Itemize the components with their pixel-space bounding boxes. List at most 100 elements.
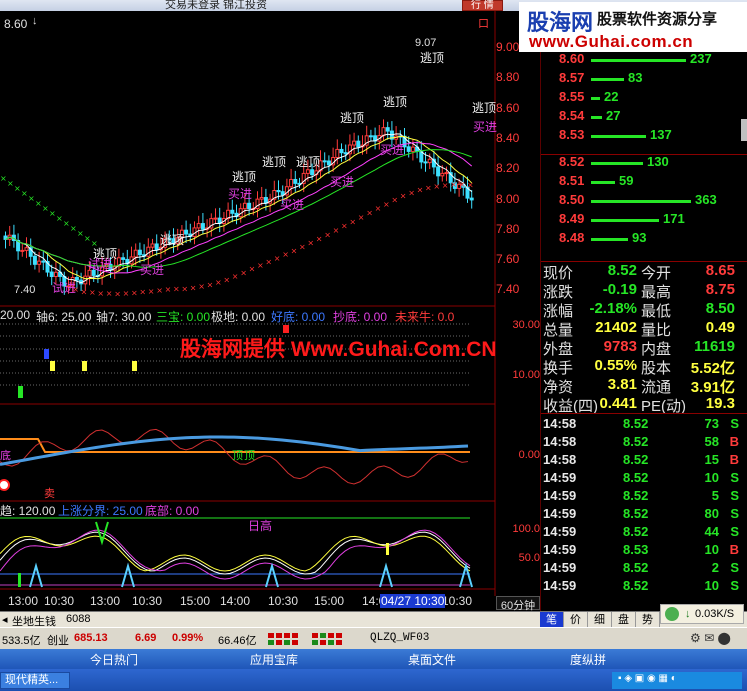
trend-x-mark: × xyxy=(14,184,21,193)
ind3-axis-label: 100.0 xyxy=(512,523,540,535)
trend-x-mark: × xyxy=(257,261,264,270)
panel-tab[interactable]: 笔 xyxy=(540,612,564,628)
quote-value: 9783 xyxy=(603,338,637,355)
bid-row[interactable]: 8.50 363 xyxy=(541,192,747,210)
ma-line xyxy=(5,141,473,274)
taskbar-app-button[interactable]: 现代精英... xyxy=(0,672,70,689)
download-arrow-icon: ↓ xyxy=(685,608,691,620)
trend-x-mark: × xyxy=(114,289,121,298)
tick-time: 14:59 xyxy=(543,470,577,485)
ask-row[interactable]: 8.55 22 xyxy=(541,89,747,107)
tick-time: 14:58 xyxy=(543,416,577,431)
order-price: 8.60 xyxy=(559,51,585,66)
box-icon[interactable]: 口 xyxy=(478,15,489,31)
quickbar-item[interactable]: 度纵拼 xyxy=(570,651,606,668)
bid-row[interactable]: 8.49 171 xyxy=(541,211,747,229)
time-axis-tick: 10:30 xyxy=(268,594,299,608)
order-volume: 137 xyxy=(650,127,672,142)
candle-body xyxy=(121,257,126,260)
candle-body xyxy=(293,178,298,184)
quote-row: 换手 0.55% 股本 5.52亿 xyxy=(543,357,747,377)
ind1-legend-item: 20.00 xyxy=(0,308,31,322)
panel-tab[interactable]: 价 xyxy=(564,612,588,628)
tab-icon: ◂ xyxy=(2,614,8,626)
speed-value: 0.03K/S xyxy=(695,608,735,620)
candle-body xyxy=(133,249,138,258)
panel-tab[interactable]: 细 xyxy=(588,612,612,628)
panel-tab[interactable]: 势 xyxy=(636,612,660,628)
buy-signal-label: 买进 xyxy=(330,175,355,189)
trend-x-mark: × xyxy=(459,180,466,189)
ind1-legend-item: 轴6: 25.00 xyxy=(36,310,92,324)
tick-row: 14:59 8.53 10 B xyxy=(543,542,747,560)
trend-x-mark: × xyxy=(81,287,88,296)
watermark-center: 股海网提供 Www.Guhai.Com.CN xyxy=(180,338,497,361)
trend-x-mark: × xyxy=(358,213,365,222)
period-button[interactable]: 60分钟 xyxy=(496,596,540,612)
quote-label: 最高 xyxy=(641,284,672,301)
ind3-spike xyxy=(379,562,393,588)
trend-x-mark: × xyxy=(467,181,474,190)
tick-price: 8.52 xyxy=(623,524,649,539)
trend-x-mark: × xyxy=(190,284,197,293)
tick-volume: 58 xyxy=(704,434,719,449)
ask-row[interactable]: 8.57 83 xyxy=(541,70,747,88)
trend-x-mark: × xyxy=(433,182,440,191)
tick-volume: 44 xyxy=(704,524,719,539)
buy-signal-label: 买进 xyxy=(473,120,498,134)
tick-volume: 15 xyxy=(704,452,719,467)
trend-x-mark: × xyxy=(341,222,348,231)
trend-x-mark: × xyxy=(282,250,289,259)
ask-row[interactable]: 8.53 137 xyxy=(541,127,747,145)
quote-value: 5.52亿 xyxy=(690,360,735,377)
quote-label: 现价 xyxy=(543,265,574,282)
quote-row: 外盘 9783 内盘 11619 xyxy=(543,338,747,358)
trend-x-mark: × xyxy=(249,265,256,274)
ind1-legend-item: 未来牛: 0.0 xyxy=(395,310,455,324)
candle-body xyxy=(184,229,189,235)
quote-mode-button[interactable]: 行 情 xyxy=(462,0,503,11)
trend-x-mark: × xyxy=(89,288,96,297)
top-signal-label: 逃顶 xyxy=(232,170,257,184)
quote-label: 外盘 xyxy=(543,341,574,358)
ind2-bottom-label: 底 xyxy=(0,450,11,462)
tick-price: 8.53 xyxy=(623,542,649,557)
quote-row: 收益(四) 0.441 PE(动) 19.3 xyxy=(543,395,747,415)
ind3-legend-item: 底部: 0.00 xyxy=(145,504,200,518)
time-axis-tick: 13:00 xyxy=(8,594,39,608)
trend-x-mark: × xyxy=(324,230,331,239)
order-volume: 22 xyxy=(604,89,619,104)
ask-row[interactable]: 8.60 237 xyxy=(541,51,747,69)
candle-body xyxy=(276,189,281,193)
bid-row[interactable]: 8.51 59 xyxy=(541,173,747,191)
panel-tab[interactable]: 盘 xyxy=(612,612,636,628)
top-signal-label: 逃顶 xyxy=(296,155,321,169)
top-signal-label: 逃顶 xyxy=(472,101,497,115)
order-volume-bar xyxy=(591,162,643,165)
tick-side: B xyxy=(729,434,739,449)
bid-row[interactable]: 8.52 130 xyxy=(541,154,747,172)
ask-row[interactable]: 8.54 27 xyxy=(541,108,747,126)
tick-volume: 80 xyxy=(704,506,719,521)
time-axis: 13:00 10:30 13:00 10:30 15:00 14:00 10:30 15:00… xyxy=(0,594,540,608)
quickbar-item[interactable]: 桌面文件 xyxy=(408,651,456,668)
trend-x-mark: × xyxy=(307,239,314,248)
ind3-spike xyxy=(121,562,135,588)
quickbar-item[interactable]: 应用宝库 xyxy=(250,651,298,668)
candle-body xyxy=(230,209,235,214)
ind2-axis-label: 0.00 xyxy=(518,449,540,461)
quickbar-item[interactable]: 今日热门 xyxy=(90,651,138,668)
bid-row[interactable]: 8.48 93 xyxy=(541,230,747,248)
quote-label: 流通 xyxy=(641,379,672,396)
chart-area[interactable]: × × × × × × × × × × × × × × × × × × × × × × × × × × × × × × × × × × × × × × × ×… xyxy=(0,11,540,611)
candle-body xyxy=(440,172,445,177)
collapse-handle[interactable] xyxy=(741,119,747,141)
order-price: 8.52 xyxy=(559,154,585,169)
tick-time: 14:59 xyxy=(543,542,577,557)
time-axis-tick: 13:00 xyxy=(90,594,121,608)
quote-row: 涨跌 -0.19 最高 8.75 xyxy=(543,281,747,301)
logo-tagline: 股票软件资源分享 xyxy=(597,10,718,28)
trend-x-mark: × xyxy=(84,234,91,243)
indicator3-legend: 趋: 120.00 上涨分界: 25.00 底部: 0.00 xyxy=(0,502,480,518)
quote-row: 总量 21402 量比 0.49 xyxy=(543,319,747,339)
